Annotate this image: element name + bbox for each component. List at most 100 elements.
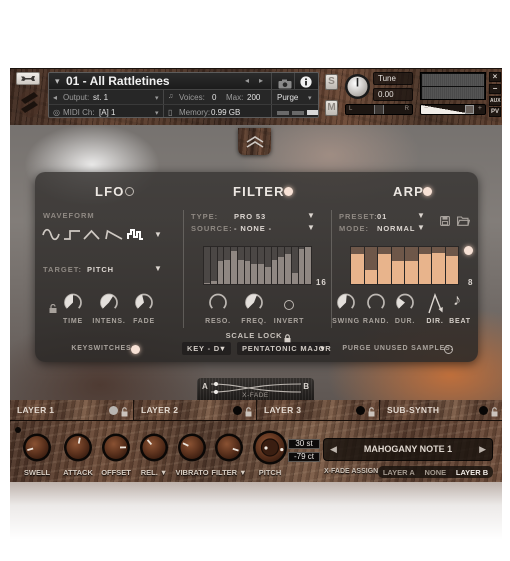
- step-3[interactable]: [217, 247, 224, 284]
- close-button[interactable]: ×: [489, 72, 501, 82]
- step-6[interactable]: [237, 247, 244, 284]
- offset-knob[interactable]: [101, 433, 131, 468]
- waveform-dropdown-icon[interactable]: ▼: [154, 230, 162, 239]
- waveform-saw-button[interactable]: [105, 228, 123, 246]
- purge-menu[interactable]: Purge: [277, 93, 298, 102]
- step-5[interactable]: [231, 247, 237, 284]
- lfo-target-dropdown-icon[interactable]: ▼: [154, 264, 162, 273]
- layer-tab-sub-synth[interactable]: SUB-SYNTH: [380, 400, 502, 421]
- arp-sequencer-toggle[interactable]: [464, 246, 473, 255]
- step-5[interactable]: [405, 247, 418, 284]
- pan-slider[interactable]: L R: [345, 104, 413, 115]
- filter-step-count[interactable]: 16: [316, 278, 327, 287]
- layer-tab-1[interactable]: LAYER 1: [10, 400, 134, 421]
- filter-frequency-knob[interactable]: [243, 292, 265, 319]
- filter-knob-label[interactable]: FILTER ▼: [211, 468, 246, 477]
- step-4[interactable]: [391, 247, 404, 284]
- arp-duration-knob[interactable]: [394, 292, 416, 319]
- pan-slider-handle[interactable]: [374, 105, 384, 114]
- arp-beat-button[interactable]: ♪: [453, 292, 461, 310]
- step-7[interactable]: [432, 247, 445, 284]
- layer-2-mute-dot[interactable]: [233, 406, 242, 415]
- layer-3-mute-dot[interactable]: [356, 406, 365, 415]
- arp-save-button[interactable]: [440, 213, 450, 231]
- swell-knob[interactable]: [22, 433, 52, 468]
- keyswitches-toggle[interactable]: [131, 345, 140, 354]
- arp-step-count[interactable]: 8: [468, 278, 473, 287]
- filter-knob-dropdown-icon[interactable]: ▼: [239, 468, 246, 477]
- minimize-button[interactable]: −: [489, 84, 501, 94]
- filter-type-value[interactable]: PRO 53: [234, 212, 266, 221]
- aux-button[interactable]: AUX: [489, 96, 501, 106]
- arp-load-button[interactable]: [457, 213, 471, 231]
- arp-step-sequencer[interactable]: [350, 246, 459, 285]
- arp-direction-button[interactable]: [427, 292, 445, 320]
- layer-tab-3[interactable]: LAYER 3: [257, 400, 380, 421]
- layer-tab-2[interactable]: LAYER 2: [134, 400, 257, 421]
- step-3[interactable]: [378, 247, 391, 284]
- layer-1-mute-dot[interactable]: [109, 406, 118, 415]
- step-13[interactable]: [285, 247, 291, 284]
- step-4[interactable]: [224, 247, 230, 284]
- articulation-name[interactable]: MAHOGANY NOTE 1: [364, 444, 452, 454]
- instrument-options-button[interactable]: [16, 72, 40, 85]
- purge-unused-samples-toggle[interactable]: [444, 345, 453, 354]
- step-2[interactable]: [210, 247, 217, 284]
- instrument-menu-caret-icon[interactable]: ▾: [55, 76, 60, 87]
- collapse-button[interactable]: [238, 128, 271, 155]
- arp-power-toggle[interactable]: [423, 187, 432, 196]
- tune-knob[interactable]: [344, 73, 371, 105]
- filter-step-sequencer[interactable]: [203, 246, 312, 285]
- filter-invert-toggle[interactable]: [284, 300, 294, 310]
- waveform-square-button[interactable]: [63, 228, 81, 246]
- next-articulation-button[interactable]: ▶: [479, 444, 486, 455]
- xfade-assign-none[interactable]: NONE: [425, 468, 447, 477]
- xfade-slider[interactable]: A B X-FADE: [197, 378, 314, 401]
- arp-swing-knob[interactable]: [335, 292, 357, 319]
- midi-channel-value[interactable]: [A] 1: [99, 108, 115, 117]
- waveform-sine-button[interactable]: [42, 228, 60, 246]
- instrument-title[interactable]: 01 - All Rattletines: [66, 74, 170, 88]
- xfade-assign-layer-b[interactable]: LAYER B: [456, 468, 488, 477]
- lfo-target-value[interactable]: PITCH: [87, 265, 114, 274]
- step-2[interactable]: [364, 247, 377, 284]
- step-14[interactable]: [291, 247, 298, 284]
- filter-knob[interactable]: [214, 433, 244, 468]
- sub-synth-lock-button[interactable]: [491, 404, 498, 422]
- pv-button[interactable]: PV: [489, 107, 501, 117]
- step-8[interactable]: [445, 247, 458, 284]
- max-voices-value[interactable]: 200: [247, 93, 260, 102]
- release-dropdown-icon[interactable]: ▼: [160, 468, 167, 477]
- xfade-assign-layer-a[interactable]: LAYER A: [383, 468, 415, 477]
- step-1[interactable]: [204, 247, 210, 284]
- release-label[interactable]: REL. ▼: [141, 468, 168, 477]
- filter-type-dropdown-icon[interactable]: ▼: [307, 211, 315, 220]
- previous-articulation-button[interactable]: ◀: [330, 444, 337, 455]
- arp-preset-value[interactable]: 01: [377, 212, 387, 221]
- prev-instrument-arrow-icon[interactable]: ◂: [245, 76, 249, 85]
- scale-type-dropdown[interactable]: PENTATONIC MAJOR ▼: [237, 342, 331, 355]
- step-6[interactable]: [418, 247, 431, 284]
- step-9[interactable]: [258, 247, 264, 284]
- step-11[interactable]: [271, 247, 278, 284]
- arp-mode-value[interactable]: NORMAL: [377, 224, 415, 233]
- pitch-knob[interactable]: [252, 430, 288, 471]
- waveform-triangle-button[interactable]: [83, 228, 101, 246]
- lfo-lock-button[interactable]: [49, 300, 57, 318]
- arp-mode-dropdown-icon[interactable]: ▼: [417, 223, 425, 232]
- lfo-time-knob[interactable]: [62, 292, 84, 319]
- volume-slider[interactable]: − +: [420, 104, 486, 115]
- filter-source-dropdown-icon[interactable]: ▼: [307, 223, 315, 232]
- arp-preset-dropdown-icon[interactable]: ▼: [417, 211, 425, 220]
- filter-source-value[interactable]: - NONE -: [234, 224, 272, 233]
- step-12[interactable]: [278, 247, 284, 284]
- lfo-intensity-knob[interactable]: [98, 292, 120, 319]
- solo-button[interactable]: S: [325, 74, 338, 90]
- step-7[interactable]: [244, 247, 251, 284]
- step-8[interactable]: [251, 247, 257, 284]
- step-1[interactable]: [351, 247, 364, 284]
- layer-1-lock-button[interactable]: [121, 404, 128, 422]
- output-value[interactable]: st. 1: [93, 93, 108, 102]
- layer-2-lock-button[interactable]: [245, 404, 252, 422]
- scale-key-dropdown[interactable]: KEY - D ▼: [182, 342, 231, 355]
